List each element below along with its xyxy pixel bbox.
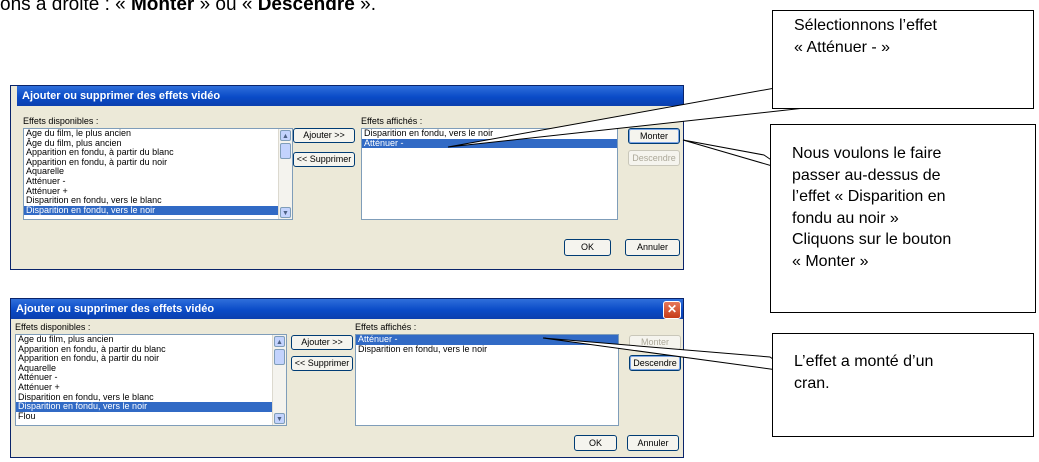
callout-2: Nous voulons le faire passer au-dessus de…	[770, 124, 1036, 313]
callout-line: Sélectionnons l’effet	[794, 17, 937, 34]
callout-line: l’effet « Disparition en	[792, 188, 946, 205]
callout-line: L’effet a monté d’un	[794, 353, 934, 370]
callout-line: Nous voulons le faire	[792, 145, 942, 162]
callout-line: fondu au noir »	[792, 209, 899, 227]
callout-line: « Monter »	[792, 252, 869, 270]
callout-3-pointer	[542, 337, 793, 373]
callout-line: passer au-dessus de	[792, 166, 941, 184]
callout-line: « Atténuer - »	[794, 38, 891, 56]
callout-3: L’effet a monté d’un cran.	[772, 333, 1034, 437]
callout-line: Cliquons sur le bouton	[792, 231, 952, 248]
callout-1-pointer	[447, 85, 807, 148]
callout-line: cran.	[794, 374, 830, 392]
callout-1: Sélectionnons l’effet « Atténuer - »	[772, 10, 1034, 109]
